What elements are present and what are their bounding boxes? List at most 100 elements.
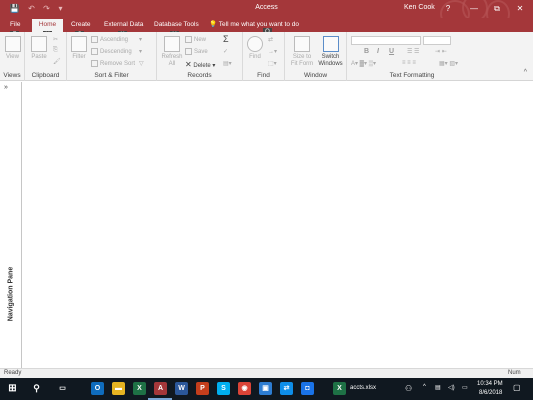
bullets-icon[interactable]: ☰ ☰ xyxy=(407,48,419,55)
skype-icon[interactable]: S xyxy=(217,382,230,395)
format-painter-icon[interactable]: 🖌 xyxy=(53,58,61,65)
file-explorer-icon[interactable]: ▬ xyxy=(112,382,125,395)
refresh-icon xyxy=(164,36,180,52)
size-to-fit-form-button[interactable]: Size to Fit Form xyxy=(288,36,316,68)
paste-button[interactable]: Paste xyxy=(28,36,50,61)
user-name[interactable]: Ken Cook xyxy=(404,4,435,11)
expand-nav-pane-icon[interactable]: » xyxy=(4,84,8,91)
clipboard-group: Paste ✂ ⎘ 🖌 Clipboard xyxy=(25,32,67,81)
chrome-icon[interactable]: ◉ xyxy=(238,382,251,395)
font-size-dropdown[interactable] xyxy=(423,36,451,45)
toggle-filter-icon[interactable]: ▽ xyxy=(139,60,144,67)
word-icon[interactable]: W xyxy=(175,382,188,395)
outlook-icon[interactable]: O xyxy=(91,382,104,395)
title-bar: 💾 ↶ ↷ ▾ Access Ken Cook ? — ⧉ ✕ xyxy=(0,0,533,28)
switch-windows-button[interactable]: Switch Windows xyxy=(316,36,345,68)
indent-icon[interactable]: ⇥ ⇤ xyxy=(435,48,447,55)
views-group: View Views xyxy=(0,32,25,81)
tray-chevron-icon[interactable]: ^ xyxy=(423,384,426,390)
taskbar-open-file[interactable]: accts.xlsx xyxy=(350,385,376,391)
language-icon[interactable]: ▭ xyxy=(462,384,468,391)
refresh-all-button[interactable]: Refresh All xyxy=(160,36,184,68)
sort-filter-label: Sort & Filter xyxy=(94,72,129,79)
find-button[interactable]: Find xyxy=(246,36,264,61)
view-button[interactable]: View xyxy=(3,36,22,61)
ascending-button[interactable]: Ascending xyxy=(91,36,128,43)
bold-button[interactable]: B xyxy=(364,48,369,55)
size-to-fit-icon xyxy=(294,36,310,52)
select-icon[interactable]: ⬚▾ xyxy=(268,60,277,67)
text-formatting-label: Text Formatting xyxy=(389,72,435,79)
window-group: Size to Fit Form Switch Windows Window xyxy=(285,32,347,81)
sort-descending-icon xyxy=(91,48,98,55)
powerpoint-icon[interactable]: P xyxy=(196,382,209,395)
save-record-button[interactable]: Save xyxy=(185,48,208,55)
tell-me-search[interactable]: 💡 Tell me what you want to do xyxy=(209,19,299,31)
totals-icon[interactable]: Σ xyxy=(223,34,229,44)
filter-icon xyxy=(71,36,87,52)
windows-start-icon[interactable]: ⊞ xyxy=(6,382,19,395)
selection-icon[interactable]: ▾ xyxy=(139,36,142,43)
descending-button[interactable]: Descending xyxy=(91,48,132,55)
navigation-pane[interactable]: » Navigation Pane xyxy=(0,82,22,368)
network-icon[interactable]: ▤ xyxy=(435,384,441,391)
italic-button[interactable]: I xyxy=(377,48,379,55)
sort-filter-group: Filter Ascending Descending Remove Sort … xyxy=(67,32,157,81)
advanced-icon[interactable]: ▾ xyxy=(139,48,142,55)
delete-record-button[interactable]: ✕ Delete ▾ xyxy=(185,60,215,69)
access-icon[interactable]: A xyxy=(154,382,167,395)
close-button[interactable]: ✕ xyxy=(513,2,527,15)
status-ready: Ready xyxy=(4,370,22,376)
new-record-button[interactable]: New xyxy=(185,36,206,43)
switch-windows-icon xyxy=(322,36,339,52)
people-icon[interactable]: ⚇ xyxy=(405,384,412,393)
font-color-icon[interactable]: A▾ ▓▾ ▒▾ xyxy=(351,60,376,67)
paste-icon xyxy=(31,36,47,52)
filter-button[interactable]: Filter xyxy=(69,36,89,61)
ribbon: View Views Paste ✂ ⎘ 🖌 Clipboard Filter … xyxy=(0,32,533,81)
find-group: Find ⇄ →▾ ⬚▾ Find xyxy=(243,32,285,81)
restore-button[interactable]: ⧉ xyxy=(490,2,504,15)
volume-icon[interactable]: ◁) xyxy=(448,384,455,391)
app-icon[interactable]: ▣ xyxy=(259,382,272,395)
replace-icon[interactable]: ⇄ xyxy=(268,36,273,43)
teamviewer-icon[interactable]: ⇄ xyxy=(280,382,293,395)
underline-button[interactable]: U xyxy=(389,48,394,55)
cut-icon[interactable]: ✂ xyxy=(53,36,58,43)
windows-taskbar: ⊞ ⚲ ▭ O ▬ X A W P S ◉ ▣ ⇄ ◘ X accts.xlsx… xyxy=(0,378,533,400)
remove-sort-icon xyxy=(91,60,98,67)
task-view-icon[interactable]: ▭ xyxy=(56,382,69,395)
goto-icon[interactable]: →▾ xyxy=(268,48,277,55)
search-icon[interactable]: ⚲ xyxy=(30,382,43,395)
magnifier-icon xyxy=(247,36,263,52)
align-icons[interactable]: ≡ ≡ ≡ xyxy=(402,60,416,66)
window-label: Window xyxy=(303,72,328,79)
gridlines-icon[interactable]: ▦▾ ▧▾ xyxy=(439,60,458,67)
view-icon xyxy=(4,36,21,52)
minimize-button[interactable]: — xyxy=(467,2,481,15)
action-center-icon[interactable]: ▢ xyxy=(513,383,521,392)
spelling-icon[interactable]: ✓ xyxy=(223,48,228,55)
remove-sort-button[interactable]: Remove Sort xyxy=(91,60,135,67)
views-label: Views xyxy=(3,72,21,79)
clipboard-label: Clipboard xyxy=(31,72,60,79)
font-name-dropdown[interactable] xyxy=(351,36,421,45)
text-formatting-group: B I U ☰ ☰ ⇥ ⇤ A▾ ▓▾ ▒▾ ≡ ≡ ≡ ▦▾ ▧▾ Text … xyxy=(347,32,477,81)
app-icon[interactable]: ◘ xyxy=(301,382,314,395)
new-record-icon xyxy=(185,36,192,43)
excel-file-icon: X xyxy=(333,382,346,395)
copy-icon[interactable]: ⎘ xyxy=(53,47,58,54)
tell-me-text: Tell me what you want to do xyxy=(218,21,300,28)
navigation-pane-label: Navigation Pane xyxy=(7,266,15,322)
find-label: Find xyxy=(257,72,270,79)
status-bar: Ready Num Lock xyxy=(0,368,533,385)
more-records-icon[interactable]: ▤▾ xyxy=(223,60,232,67)
save-record-icon xyxy=(185,48,192,55)
excel-icon[interactable]: X xyxy=(133,382,146,395)
records-group: Refresh All New Save ✕ Delete ▾ Σ ✓ ▤▾ R… xyxy=(157,32,243,81)
clock-date[interactable]: 8/6/2018 xyxy=(479,390,502,396)
help-button[interactable]: ? xyxy=(441,2,455,15)
clock-time[interactable]: 10:34 PM xyxy=(477,381,503,387)
collapse-ribbon-icon[interactable]: ^ xyxy=(524,69,527,76)
lightbulb-icon: 💡 xyxy=(209,21,218,28)
